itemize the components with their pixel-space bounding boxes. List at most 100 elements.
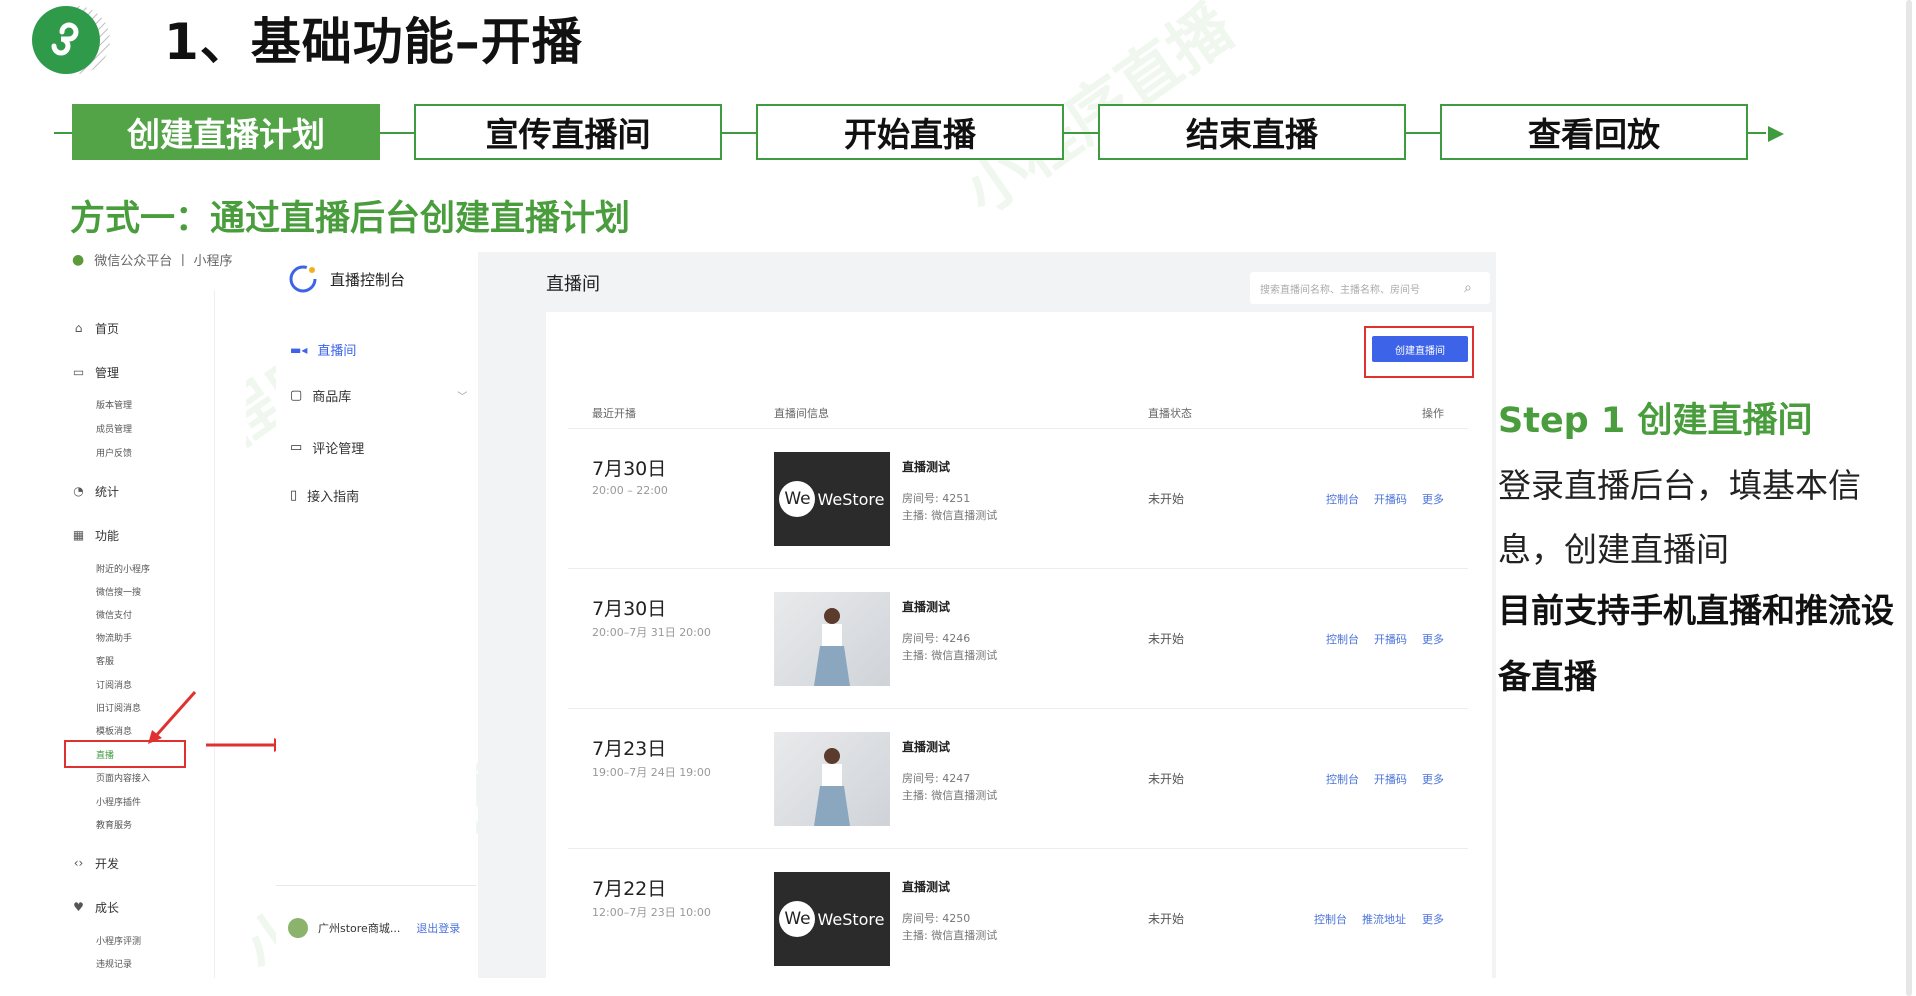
wx-sub-template[interactable]: 模板消息 (96, 724, 132, 737)
console-nav-live-room[interactable]: ▬◂ 直播间 (290, 340, 356, 360)
wx-nav-features[interactable]: ▦ 功能 (72, 527, 119, 544)
wx-sub-feedback[interactable]: 用户反馈 (96, 446, 132, 459)
row-room: 房间号: 4251 (902, 492, 971, 505)
wx-sub-old-subscribe[interactable]: 旧订阅消息 (96, 701, 141, 714)
wx-nav-dev[interactable]: ‹› 开发 (72, 855, 119, 872)
action-more-link[interactable]: 更多 (1422, 911, 1444, 927)
wx-nav-label: 统计 (95, 485, 120, 499)
search-input[interactable]: 搜索直播间名称、主播名称、房间号 (1250, 272, 1490, 304)
row-divider (568, 848, 1468, 849)
page-title: 1、基础功能–开播 (164, 13, 583, 71)
page-scrollbar[interactable] (1906, 0, 1912, 996)
account-name: 广州store商城... (318, 922, 401, 935)
action-more-link[interactable]: 更多 (1422, 491, 1444, 507)
row-date: 7月30日 (592, 458, 667, 480)
comment-icon: ▭ (290, 440, 303, 455)
console-nav-guide[interactable]: ▯ 接入指南 (290, 486, 359, 505)
grid-icon: ▦ (72, 528, 85, 542)
step-end-live: 结束直播 (1098, 104, 1406, 160)
row-status: 未开始 (1148, 772, 1185, 786)
console-nav-products[interactable]: ▢ 商品库 ﹀ (290, 386, 467, 405)
bag-icon: ▢ (290, 388, 303, 403)
action-stream-url-link[interactable]: 推流地址 (1362, 911, 1406, 927)
row-room: 房间号: 4247 (902, 772, 971, 785)
wx-sub-search[interactable]: 微信搜一搜 (96, 585, 141, 598)
row-thumbnail (774, 732, 890, 826)
console-footer-divider (276, 885, 476, 886)
row-thumbnail: We WeStore (774, 452, 890, 546)
step-note: 目前支持手机直播和推流设备直播 (1498, 591, 1894, 696)
action-console-link[interactable]: 控制台 (1326, 771, 1359, 787)
col-header-recent: 最近开播 (592, 407, 636, 420)
col-header-status: 直播状态 (1148, 407, 1192, 420)
wx-sub-pay[interactable]: 微信支付 (96, 608, 132, 621)
home-icon: ⌂ (74, 321, 83, 335)
wx-sub-violations[interactable]: 违规记录 (96, 957, 132, 970)
wx-platform-header: ● 微信公众平台 丨 小程序 (72, 250, 233, 270)
row-time: 20:00–7月 31日 20:00 (592, 626, 711, 639)
row-date: 7月30日 (592, 598, 667, 620)
action-code-link[interactable]: 开播码 (1374, 631, 1407, 647)
logout-link[interactable]: 退出登录 (416, 920, 460, 936)
wx-sub-subscribe[interactable]: 订阅消息 (96, 678, 132, 691)
wx-sidebar-divider (214, 290, 215, 978)
row-status: 未开始 (1148, 492, 1185, 506)
action-console-link[interactable]: 控制台 (1326, 491, 1359, 507)
wx-sub-versions[interactable]: 版本管理 (96, 398, 132, 411)
console-nav-label: 接入指南 (307, 490, 360, 505)
live-console-panel (276, 254, 476, 978)
wx-sub-plugins[interactable]: 小程序插件 (96, 795, 141, 808)
wx-platform-label: 微信公众平台 丨 小程序 (94, 254, 233, 269)
step-create-plan: 创建直播计划 (72, 104, 380, 160)
step-promote: 宣传直播间 (414, 104, 722, 160)
wx-nav-label: 成长 (95, 901, 120, 915)
action-code-link[interactable]: 开播码 (1374, 491, 1407, 507)
wx-nav-home[interactable]: ⌂ 首页 (72, 320, 119, 337)
wx-nav-growth[interactable]: ♥ 成长 (72, 899, 119, 916)
video-icon: ▬◂ (290, 342, 308, 357)
step-description: 登录直播后台，填基本信息，创建直播间 (1498, 466, 1861, 569)
console-logo-icon (289, 265, 317, 293)
row-name: 直播测试 (902, 600, 951, 614)
wx-sub-education[interactable]: 教育服务 (96, 818, 132, 831)
action-code-link[interactable]: 开播码 (1374, 771, 1407, 787)
store-brand-text: WeStore (817, 909, 885, 929)
wx-nav-label: 首页 (95, 322, 120, 336)
row-host: 主播: 微信直播测试 (902, 509, 998, 522)
console-header: 直播控制台 (288, 264, 405, 294)
wx-nav-manage[interactable]: ▭ 管理 (72, 364, 119, 381)
row-divider (568, 568, 1468, 569)
wx-sub-logistics[interactable]: 物流助手 (96, 631, 132, 644)
row-room: 房间号: 4246 (902, 632, 971, 645)
console-nav-comments[interactable]: ▭ 评论管理 (290, 438, 364, 457)
row-divider (568, 708, 1468, 709)
wx-sub-members[interactable]: 成员管理 (96, 422, 132, 435)
col-header-actions: 操作 (1422, 407, 1444, 420)
folder-icon: ▭ (72, 365, 85, 379)
console-nav-label: 商品库 (312, 390, 352, 405)
wx-sub-service[interactable]: 客服 (96, 654, 114, 667)
row-host: 主播: 微信直播测试 (902, 789, 998, 802)
console-account: 广州store商城... 退出登录 (288, 918, 460, 938)
action-more-link[interactable]: 更多 (1422, 631, 1444, 647)
pie-chart-icon: ◔ (73, 484, 84, 498)
action-console-link[interactable]: 控制台 (1314, 911, 1347, 927)
row-thumbnail: We WeStore (774, 872, 890, 966)
console-nav-label: 评论管理 (312, 442, 365, 457)
wx-sub-nearby[interactable]: 附近的小程序 (96, 562, 150, 575)
action-console-link[interactable]: 控制台 (1326, 631, 1359, 647)
step-replay: 查看回放 (1440, 104, 1748, 160)
method-title: 方式一：通过直播后台创建直播计划 (70, 199, 631, 239)
row-date: 7月23日 (592, 738, 667, 760)
row-divider (568, 428, 1468, 429)
mini-program-logo-icon (32, 6, 110, 74)
row-name: 直播测试 (902, 460, 951, 474)
wx-nav-stats[interactable]: ◔ 统计 (72, 483, 119, 500)
wx-nav-label: 开发 (95, 857, 120, 871)
action-more-link[interactable]: 更多 (1422, 771, 1444, 787)
row-status: 未开始 (1148, 632, 1185, 646)
search-icon[interactable]: ⌕ (1464, 280, 1472, 296)
wx-sub-content[interactable]: 页面内容接入 (96, 771, 150, 784)
col-header-info: 直播间信息 (774, 407, 829, 420)
wx-sub-review[interactable]: 小程序评测 (96, 934, 141, 947)
